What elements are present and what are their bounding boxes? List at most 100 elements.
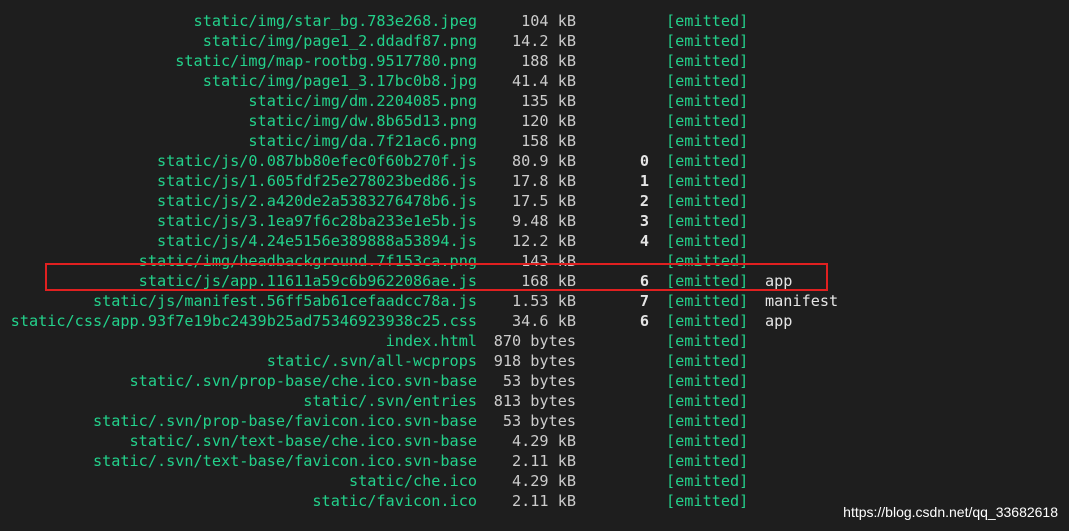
emit-status: [emitted]	[666, 12, 749, 30]
asset-size: 12.2 kB	[511, 232, 576, 250]
terminal-row: static/js/2.a420de2a5383276478b6.js 17.5 …	[0, 191, 1069, 211]
emit-status: [emitted]	[666, 52, 749, 70]
asset-name: static/favicon.ico	[312, 492, 477, 510]
asset-size: 4.29 kB	[511, 472, 576, 490]
terminal-row: static/js/manifest.56ff5ab61cefaadcc78a.…	[0, 291, 1069, 311]
emit-status: [emitted]	[666, 32, 749, 50]
emit-status: [emitted]	[666, 112, 749, 130]
chunk-id: 6	[639, 272, 649, 290]
terminal-row: static/.svn/entries 813 bytes [emitted]	[0, 391, 1069, 411]
asset-size: 53 bytes	[502, 372, 576, 390]
asset-name: static/.svn/prop-base/che.ico.svn-base	[129, 372, 477, 390]
terminal-row: static/img/da.7f21ac6.png 158 kB [emitted]	[0, 131, 1069, 151]
terminal-row: static/css/app.93f7e19bc2439b25ad7534692…	[0, 311, 1069, 331]
chunk-id: 0	[639, 152, 649, 170]
asset-name: static/img/page1_3.17bc0b8.jpg	[202, 72, 477, 90]
terminal-output: static/img/star_bg.783e268.jpeg 104 kB [em…	[0, 11, 1069, 511]
asset-name: static/img/da.7f21ac6.png	[248, 132, 477, 150]
chunk-name: app	[765, 272, 793, 290]
asset-size: 53 bytes	[502, 412, 576, 430]
asset-name: static/.svn/prop-base/favicon.ico.svn-ba…	[92, 412, 477, 430]
terminal-row: static/.svn/text-base/favicon.ico.svn-ba…	[0, 451, 1069, 471]
emit-status: [emitted]	[666, 272, 749, 290]
emit-status: [emitted]	[666, 452, 749, 470]
emit-status: [emitted]	[666, 132, 749, 150]
emit-status: [emitted]	[666, 352, 749, 370]
terminal-row: static/img/dw.8b65d13.png 120 kB [emitted]	[0, 111, 1069, 131]
asset-name: static/js/0.087bb80efec0f60b270f.js	[156, 152, 477, 170]
terminal-row: static/.svn/all-wcprops 918 bytes [emitted…	[0, 351, 1069, 371]
emit-status: [emitted]	[666, 372, 749, 390]
asset-name: static/che.ico	[348, 472, 477, 490]
asset-name: static/img/dw.8b65d13.png	[248, 112, 477, 130]
asset-size: 4.29 kB	[511, 432, 576, 450]
emit-status: [emitted]	[666, 232, 749, 250]
asset-name: static/js/manifest.56ff5ab61cefaadcc78a.…	[92, 292, 477, 310]
emit-status: [emitted]	[666, 492, 749, 510]
asset-name: index.html	[385, 332, 477, 350]
emit-status: [emitted]	[666, 152, 749, 170]
terminal-row: static/js/0.087bb80efec0f60b270f.js 80.9 …	[0, 151, 1069, 171]
asset-name: static/.svn/entries	[303, 392, 477, 410]
asset-size: 1.53 kB	[511, 292, 576, 310]
chunk-name: app	[765, 312, 793, 330]
asset-size: 34.6 kB	[511, 312, 576, 330]
emit-status: [emitted]	[666, 292, 749, 310]
chunk-id: 6	[639, 312, 649, 330]
terminal-row: index.html 870 bytes [emitted]	[0, 331, 1069, 351]
asset-size: 2.11 kB	[511, 452, 576, 470]
chunk-id: 3	[639, 212, 649, 230]
asset-size: 813 bytes	[493, 392, 576, 410]
asset-size: 143 kB	[521, 252, 576, 270]
asset-size: 104 kB	[521, 12, 576, 30]
chunk-id: 7	[639, 292, 649, 310]
chunk-id: 2	[639, 192, 649, 210]
asset-size: 17.8 kB	[511, 172, 576, 190]
chunk-id: 4	[639, 232, 649, 250]
asset-size: 41.4 kB	[511, 72, 576, 90]
terminal-row: static/js/1.605fdf25e278023bed86.js 17.8 …	[0, 171, 1069, 191]
terminal-row: static/.svn/prop-base/che.ico.svn-base 53…	[0, 371, 1069, 391]
asset-size: 158 kB	[521, 132, 576, 150]
asset-name: static/img/dm.2204085.png	[248, 92, 477, 110]
asset-name: static/js/app.11611a59c6b9622086ae.js	[138, 272, 477, 290]
emit-status: [emitted]	[666, 472, 749, 490]
emit-status: [emitted]	[666, 72, 749, 90]
chunk-id: 1	[639, 172, 649, 190]
asset-name: static/js/4.24e5156e389888a53894.js	[156, 232, 477, 250]
asset-size: 188 kB	[521, 52, 576, 70]
terminal-row: static/img/dm.2204085.png 135 kB [emitted]	[0, 91, 1069, 111]
asset-name: static/.svn/text-base/che.ico.svn-base	[129, 432, 477, 450]
terminal-row-highlighted: static/js/app.11611a59c6b9622086ae.js 168…	[0, 271, 1069, 291]
asset-name: static/img/headbackground.7f153ca.png	[138, 252, 477, 270]
asset-size: 14.2 kB	[511, 32, 576, 50]
terminal-row: static/img/star_bg.783e268.jpeg 104 kB [em…	[0, 11, 1069, 31]
asset-name: static/js/1.605fdf25e278023bed86.js	[156, 172, 477, 190]
emit-status: [emitted]	[666, 92, 749, 110]
asset-name: static/css/app.93f7e19bc2439b25ad7534692…	[10, 312, 477, 330]
asset-size: 17.5 kB	[511, 192, 576, 210]
terminal-row: static/js/3.1ea97f6c28ba233e1e5b.js 9.48 …	[0, 211, 1069, 231]
emit-status: [emitted]	[666, 392, 749, 410]
asset-size: 135 kB	[521, 92, 576, 110]
terminal-row: static/img/page1_3.17bc0b8.jpg 41.4 kB [em…	[0, 71, 1069, 91]
asset-size: 168 kB	[521, 272, 576, 290]
emit-status: [emitted]	[666, 432, 749, 450]
asset-name: static/.svn/all-wcprops	[266, 352, 477, 370]
asset-size: 9.48 kB	[511, 212, 576, 230]
emit-status: [emitted]	[666, 252, 749, 270]
terminal-row: static/che.ico 4.29 kB [emitted]	[0, 471, 1069, 491]
asset-name: static/.svn/text-base/favicon.ico.svn-ba…	[92, 452, 477, 470]
asset-size: 870 bytes	[493, 332, 576, 350]
emit-status: [emitted]	[666, 172, 749, 190]
asset-size: 80.9 kB	[511, 152, 576, 170]
asset-name: static/js/2.a420de2a5383276478b6.js	[156, 192, 477, 210]
terminal-row: static/img/page1_2.ddadf87.png 14.2 kB [em…	[0, 31, 1069, 51]
asset-name: static/img/star_bg.783e268.jpeg	[193, 12, 477, 30]
asset-name: static/img/map-rootbg.9517780.png	[175, 52, 477, 70]
emit-status: [emitted]	[666, 312, 749, 330]
asset-size: 120 kB	[521, 112, 576, 130]
terminal-row: static/img/map-rootbg.9517780.png 188 kB […	[0, 51, 1069, 71]
emit-status: [emitted]	[666, 412, 749, 430]
terminal-row: static/.svn/prop-base/favicon.ico.svn-ba…	[0, 411, 1069, 431]
